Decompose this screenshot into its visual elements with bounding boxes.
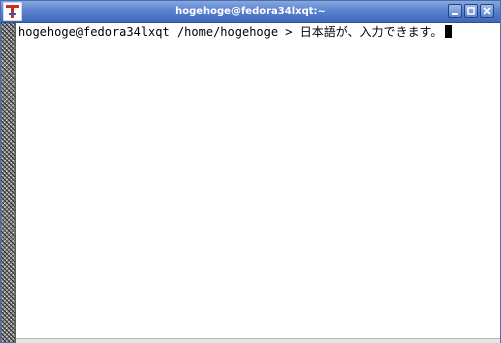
close-button[interactable] [480, 4, 494, 18]
maximize-button[interactable] [464, 4, 478, 18]
terminal-line: hogehoge@fedora34lxqt /home/hogehoge > 日… [18, 24, 453, 40]
window-title: hogehoge@fedora34lxqt:~ [175, 6, 326, 17]
window-bottom-edge [16, 338, 500, 343]
window-frame-left [1, 23, 16, 342]
terminal-output[interactable]: hogehoge@fedora34lxqt /home/hogehoge > 日… [16, 23, 500, 338]
shell-prompt: hogehoge@fedora34lxqt /home/hogehoge > [18, 25, 300, 39]
title-bar[interactable]: hogehoge@fedora34lxqt:~ [1, 1, 500, 23]
minimize-button[interactable] [448, 4, 462, 18]
typed-input: 日本語が、入力できます。 [299, 25, 443, 39]
text-cursor [445, 25, 453, 38]
minimize-icon [452, 13, 458, 15]
terminal-window: hogehoge@fedora34lxqt:~ hogehoge@fedora3… [0, 0, 501, 343]
close-icon [483, 7, 491, 15]
maximize-icon [467, 7, 475, 15]
